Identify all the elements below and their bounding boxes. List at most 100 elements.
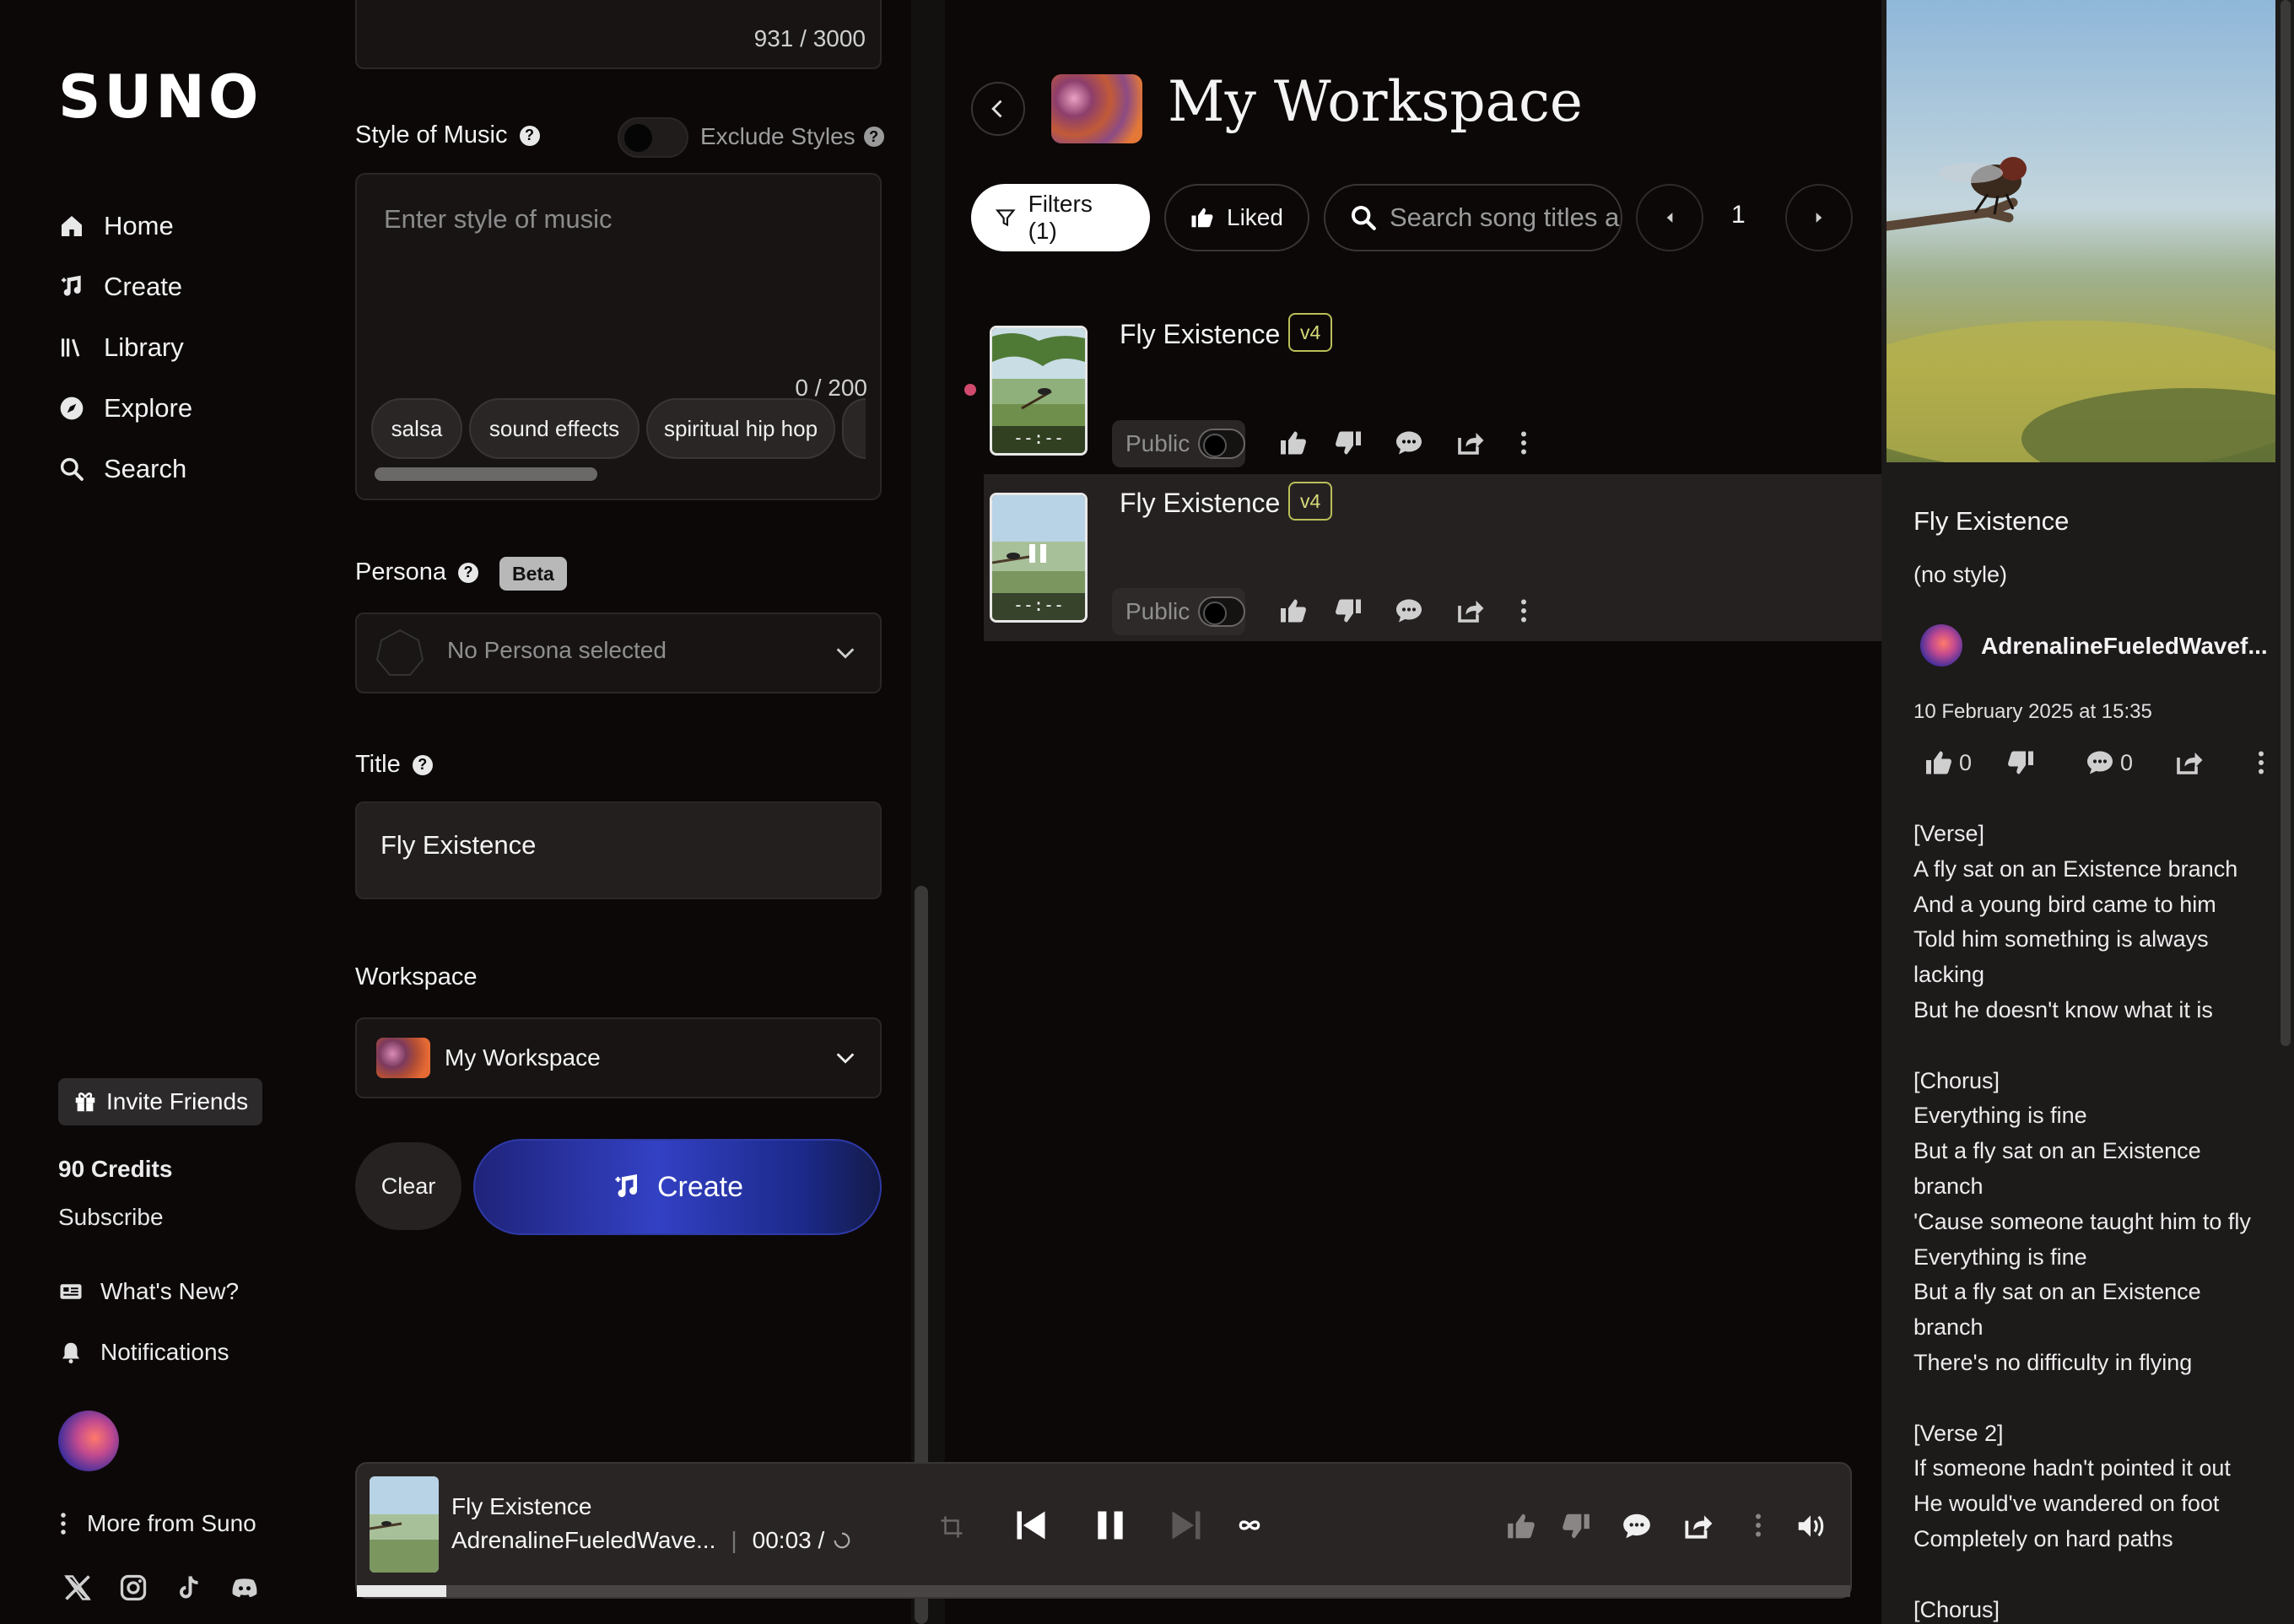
style-chip[interactable]: spiritual hip hop	[646, 398, 835, 459]
public-toggle[interactable]: Public	[1112, 588, 1245, 635]
nav-explore[interactable]: Explore	[58, 386, 192, 430]
nav-search[interactable]: Search	[58, 447, 186, 491]
like-button[interactable]	[1278, 596, 1309, 626]
loading-spinner-icon	[834, 1532, 850, 1549]
lyric-line	[1913, 1028, 2268, 1064]
detail-more-button[interactable]	[2256, 747, 2266, 778]
notifications-link[interactable]: Notifications	[58, 1334, 229, 1371]
invite-friends-button[interactable]: Invite Friends	[58, 1078, 263, 1125]
player-comment-button[interactable]	[1621, 1510, 1653, 1542]
lyric-line: lacking	[1913, 962, 1985, 988]
tiktok-icon[interactable]	[174, 1573, 204, 1603]
back-button[interactable]	[971, 82, 1025, 136]
comment-button[interactable]	[1394, 596, 1424, 626]
style-chip[interactable]: salsa	[371, 398, 462, 459]
crop-button[interactable]	[939, 1508, 964, 1540]
next-page-button[interactable]	[1785, 184, 1853, 251]
prev-page-button[interactable]	[1636, 184, 1703, 251]
lyric-line: [Verse 2]	[1913, 1420, 2004, 1446]
player-cover-image	[370, 1476, 439, 1573]
dislike-button[interactable]	[1333, 428, 1363, 458]
nav-library[interactable]: Library	[58, 326, 184, 370]
thumbs-down-icon	[1563, 1513, 1590, 1539]
discord-icon[interactable]	[229, 1573, 260, 1603]
player-dislike-button[interactable]	[1560, 1510, 1592, 1542]
help-icon[interactable]: ?	[458, 562, 479, 583]
style-chip[interactable]: sound effects	[469, 398, 640, 459]
help-icon[interactable]: ?	[863, 127, 884, 147]
nav-home[interactable]: Home	[58, 204, 174, 248]
comment-button[interactable]	[1394, 428, 1424, 458]
player-time: 00:03 /	[752, 1527, 825, 1553]
comment-icon	[1623, 1513, 1650, 1539]
like-button[interactable]	[1278, 428, 1309, 458]
help-icon[interactable]: ?	[412, 754, 433, 775]
instagram-icon[interactable]	[118, 1573, 148, 1603]
create-button[interactable]: Create	[473, 1139, 882, 1235]
detail-share-button[interactable]	[2173, 747, 2204, 778]
comment-icon	[2087, 751, 2113, 774]
workspace-select[interactable]	[355, 1017, 882, 1098]
next-track-button[interactable]	[1168, 1507, 1205, 1544]
playback-progress[interactable]	[357, 1585, 1850, 1597]
song-thumbnail[interactable]: --:--	[990, 493, 1088, 623]
more-options-button[interactable]	[1519, 596, 1529, 626]
detail-scrollbar[interactable]	[2278, 0, 2294, 1624]
artist-avatar[interactable]	[1920, 624, 1962, 666]
share-button[interactable]	[1455, 428, 1485, 458]
song-lyrics: [Verse] A fly sat on an Existence branch…	[1913, 817, 2268, 1624]
player-like-button[interactable]	[1505, 1510, 1537, 1542]
bell-icon	[62, 1342, 79, 1364]
song-thumbnail[interactable]: --:--	[990, 326, 1088, 456]
detail-comment-button[interactable]: 0	[2085, 747, 2133, 778]
title-text: Title	[355, 751, 401, 778]
player-more-button[interactable]	[1753, 1510, 1763, 1540]
search-icon	[60, 457, 84, 481]
volume-button[interactable]	[1795, 1510, 1827, 1542]
player-thumbnail[interactable]	[370, 1476, 439, 1573]
version-badge: v4	[1288, 482, 1333, 521]
player-artist[interactable]: AdrenalineFueledWave...	[451, 1527, 715, 1554]
skip-forward-icon	[1172, 1511, 1201, 1540]
suno-logo[interactable]: SUNO	[58, 62, 262, 132]
version-badge: v4	[1288, 313, 1333, 352]
lyric-line: There's no difficulty in flying	[1913, 1349, 2193, 1375]
player-song-title[interactable]: Fly Existence	[451, 1493, 592, 1520]
more-from-suno[interactable]: More from Suno	[58, 1505, 256, 1542]
subscribe-link[interactable]: Subscribe	[58, 1204, 164, 1231]
filters-button[interactable]: Filters (1)	[971, 184, 1150, 251]
help-icon[interactable]: ?	[519, 125, 540, 146]
nav-create[interactable]: Create	[58, 265, 182, 309]
whats-new-link[interactable]: What's New?	[58, 1273, 239, 1310]
lyrics-char-count: 931 / 3000	[753, 25, 866, 51]
player-share-button[interactable]	[1681, 1510, 1714, 1542]
previous-track-button[interactable]	[1012, 1507, 1050, 1544]
public-toggle[interactable]: Public	[1112, 420, 1245, 467]
clear-button[interactable]: Clear	[355, 1142, 461, 1230]
detail-dislike-button[interactable]	[2005, 747, 2036, 778]
artist-name[interactable]: AdrenalineFueledWavef...	[1981, 633, 2268, 660]
public-switch[interactable]	[1198, 429, 1245, 459]
public-switch[interactable]	[1198, 596, 1245, 627]
song-title[interactable]: Fly Existence	[1120, 319, 1280, 350]
song-title[interactable]: Fly Existence	[1120, 488, 1280, 519]
beta-badge: Beta	[499, 557, 567, 591]
user-avatar[interactable]	[58, 1411, 119, 1471]
x-twitter-icon[interactable]	[62, 1573, 93, 1603]
dislike-button[interactable]	[1333, 596, 1363, 626]
detail-like-button[interactable]: 0	[1924, 747, 1972, 778]
lyric-line: [Chorus]	[1913, 1067, 2000, 1093]
thumbs-up-icon	[1508, 1513, 1535, 1539]
pause-button[interactable]	[1092, 1507, 1129, 1544]
thumbs-down-icon	[1336, 599, 1361, 623]
chips-scrollbar[interactable]	[375, 467, 597, 481]
liked-filter-button[interactable]: Liked	[1164, 184, 1309, 251]
search-songs-input[interactable]: Search song titles and styles	[1324, 184, 1622, 251]
public-label: Public	[1125, 430, 1190, 456]
thumbs-down-icon	[2008, 751, 2034, 774]
more-options-button[interactable]	[1519, 428, 1529, 458]
share-button[interactable]	[1455, 596, 1485, 626]
loop-button[interactable]	[1236, 1512, 1263, 1539]
exclude-styles-toggle[interactable]	[618, 117, 688, 158]
panel-scrollbar[interactable]	[911, 0, 945, 1624]
